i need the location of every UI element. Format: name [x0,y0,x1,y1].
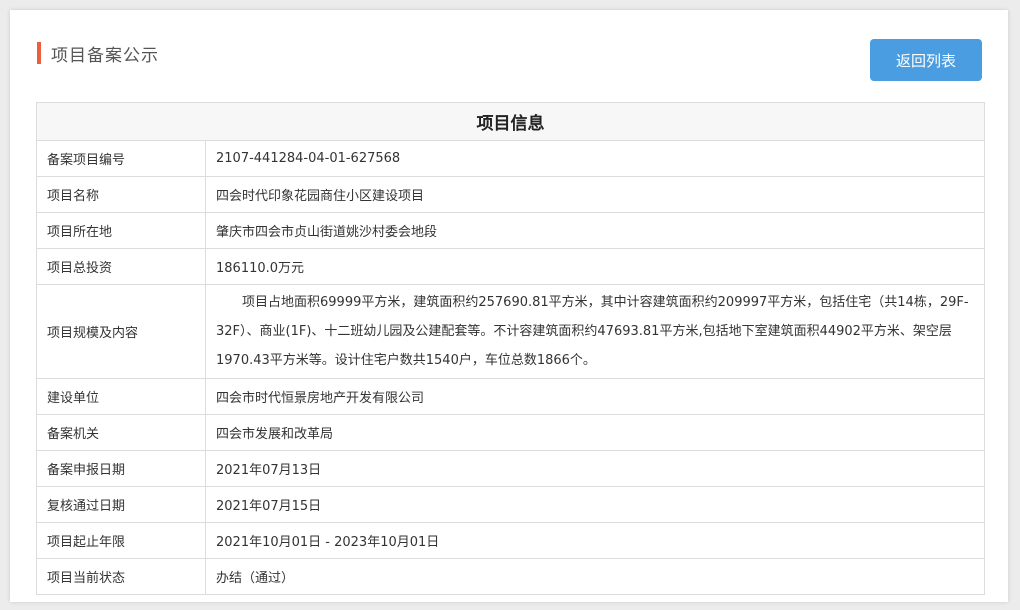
page-title: 项目备案公示 [51,45,159,66]
row-label: 项目总投资 [36,248,206,285]
row-value: 四会市发展和改革局 [205,414,985,451]
row-value: 项目占地面积69999平方米，建筑面积约257690.81平方米，其中计容建筑面… [205,284,985,379]
table-row: 项目规模及内容 项目占地面积69999平方米，建筑面积约257690.81平方米… [36,284,985,379]
row-value: 2107-441284-04-01-627568 [205,140,985,177]
row-label: 建设单位 [36,378,206,415]
row-value: 2021年07月13日 [205,450,985,487]
row-value: 四会时代印象花园商住小区建设项目 [205,176,985,213]
project-scope-text: 项目占地面积69999平方米，建筑面积约257690.81平方米，其中计容建筑面… [216,295,969,368]
content-card: 项目备案公示 返回列表 项目信息 备案项目编号 2107-441284-04-0… [10,10,1008,602]
table-row: 备案申报日期 2021年07月13日 [36,450,985,487]
back-to-list-button[interactable]: 返回列表 [870,39,982,81]
table-header: 项目信息 [36,102,985,141]
title-accent-bar [37,42,41,64]
table-row: 备案机关 四会市发展和改革局 [36,414,985,451]
page-title-wrap: 项目备案公示 [37,40,159,66]
row-label: 复核通过日期 [36,486,206,523]
row-value: 2021年07月15日 [205,486,985,523]
table-row: 建设单位 四会市时代恒景房地产开发有限公司 [36,378,985,415]
table-row: 项目所在地 肇庆市四会市贞山街道姚沙村委会地段 [36,212,985,249]
table-row: 项目总投资 186110.0万元 [36,248,985,285]
row-label: 项目名称 [36,176,206,213]
row-label: 项目规模及内容 [36,284,206,379]
row-value: 186110.0万元 [205,248,985,285]
project-info-table: 项目信息 备案项目编号 2107-441284-04-01-627568 项目名… [36,102,985,595]
row-label: 备案机关 [36,414,206,451]
table-row: 项目起止年限 2021年10月01日 - 2023年10月01日 [36,522,985,559]
table-row: 项目当前状态 办结（通过） [36,558,985,595]
table-row: 复核通过日期 2021年07月15日 [36,486,985,523]
row-value: 肇庆市四会市贞山街道姚沙村委会地段 [205,212,985,249]
table-row: 项目名称 四会时代印象花园商住小区建设项目 [36,176,985,213]
row-value: 四会市时代恒景房地产开发有限公司 [205,378,985,415]
row-label: 备案申报日期 [36,450,206,487]
table-row: 备案项目编号 2107-441284-04-01-627568 [36,140,985,177]
row-label: 备案项目编号 [36,140,206,177]
row-label: 项目当前状态 [36,558,206,595]
row-value: 2021年10月01日 - 2023年10月01日 [205,522,985,559]
row-label: 项目所在地 [36,212,206,249]
row-value: 办结（通过） [205,558,985,595]
row-label: 项目起止年限 [36,522,206,559]
table-header-row: 项目信息 [36,102,985,141]
